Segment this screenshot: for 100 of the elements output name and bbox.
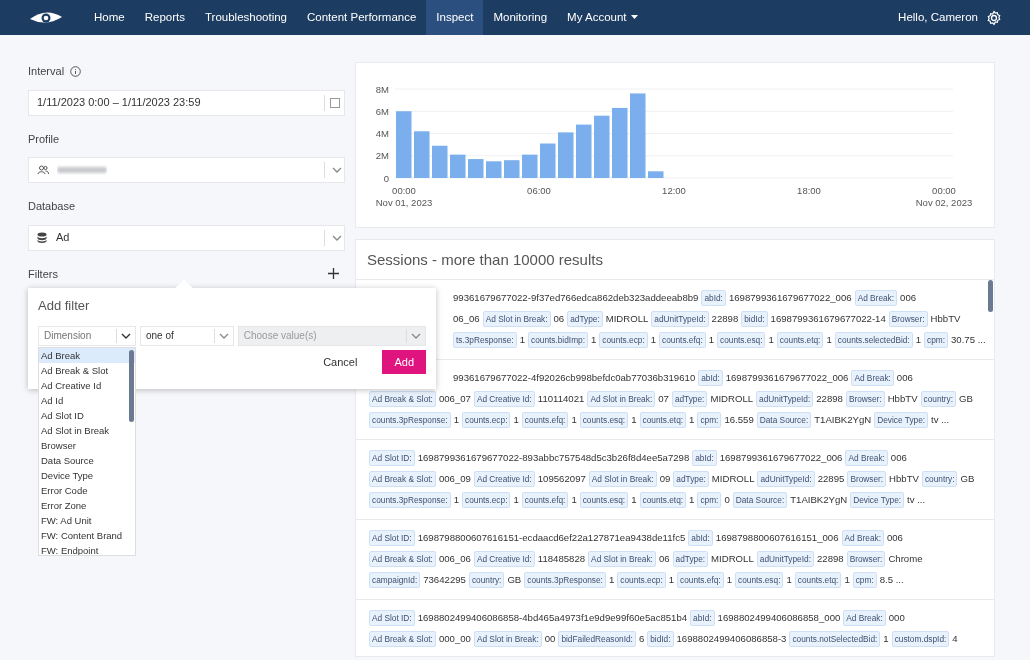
- field-value: GB: [507, 572, 522, 587]
- field-key: Device Type:: [850, 491, 905, 509]
- bar[interactable]: [540, 143, 556, 178]
- field-key: abId:: [692, 449, 717, 467]
- field-value: 30.75 ...: [951, 332, 986, 347]
- field-key: Ad Break:: [854, 289, 898, 307]
- field-value: T1AIBK2YgN: [790, 492, 848, 507]
- axis-label: 12:00: [662, 185, 686, 196]
- field-key: counts.esq:: [579, 411, 629, 429]
- people-icon: [37, 164, 49, 176]
- field-value: 4: [952, 631, 958, 646]
- info-icon[interactable]: [70, 65, 82, 77]
- axis-label: 18:00: [797, 185, 821, 196]
- nav-link[interactable]: Monitoring: [483, 0, 558, 35]
- bar[interactable]: [486, 161, 502, 178]
- settings-icon[interactable]: [986, 9, 1002, 26]
- field-value: 1698802499406086858-4bd465a4973f1e9d9e99f60e5ac851b4: [417, 610, 688, 625]
- bar[interactable]: [594, 115, 610, 178]
- field-key: country:: [468, 571, 505, 589]
- bar[interactable]: [504, 160, 520, 178]
- value-select: Choose value(s): [237, 325, 426, 346]
- bar[interactable]: [630, 93, 646, 178]
- bar[interactable]: [396, 111, 412, 178]
- field-key: counts.efq:: [659, 331, 706, 349]
- axis-label: 4M: [375, 128, 389, 139]
- bar[interactable]: [558, 132, 574, 178]
- field-value: 109562097: [537, 471, 586, 486]
- database-select[interactable]: Ad: [28, 224, 345, 251]
- field-key: counts.etq:: [776, 331, 824, 349]
- field-value: HbbTV: [887, 391, 918, 406]
- dropdown-option[interactable]: Error Code: [39, 483, 135, 498]
- field-key: cpm:: [924, 331, 949, 349]
- field-key: bidId:: [647, 630, 674, 648]
- field-value: 22895: [817, 471, 845, 486]
- profile-select[interactable]: [28, 157, 345, 183]
- field-value: 1: [708, 332, 715, 347]
- date-range-field[interactable]: 1/11/2023 0:00 – 1/11/2023 23:59: [28, 89, 345, 116]
- field-value: 006_07: [438, 391, 471, 406]
- dropdown-option[interactable]: Ad Id: [39, 393, 135, 408]
- field-value: 1698799361679677022_006: [728, 290, 852, 305]
- field-key: Browser:: [845, 390, 885, 408]
- dropdown-option[interactable]: FW: Content Brand: [39, 528, 135, 543]
- field-value: 06: [553, 311, 565, 326]
- field-key: Ad Slot ID:: [369, 449, 415, 467]
- add-button[interactable]: Add: [382, 349, 426, 374]
- calendar-icon[interactable]: [330, 97, 340, 108]
- field-value: 1: [571, 492, 577, 507]
- section-title: Sessions - more than 10000 results: [356, 240, 994, 280]
- axis-label: 0: [383, 172, 389, 184]
- field-value: 1: [453, 412, 459, 427]
- dropdown-option[interactable]: Ad Break: [39, 348, 135, 363]
- field-key: Ad Break & Slot:: [369, 390, 436, 408]
- dropdown-option[interactable]: Ad Slot ID: [39, 408, 135, 423]
- dropdown-option[interactable]: Ad Break & Slot: [39, 363, 135, 378]
- dropdown-option[interactable]: Error Zone: [39, 498, 135, 513]
- bar[interactable]: [648, 171, 664, 178]
- nav-link[interactable]: Home: [84, 0, 135, 35]
- cancel-button[interactable]: Cancel: [322, 352, 359, 371]
- bar[interactable]: [414, 131, 430, 178]
- field-key: adType:: [567, 310, 603, 328]
- bar[interactable]: [432, 145, 448, 178]
- dropdown-option[interactable]: Data Source: [39, 453, 135, 468]
- field-key: counts.ecp:: [617, 571, 666, 589]
- nav-link[interactable]: Inspect: [426, 0, 484, 35]
- dropdown-option[interactable]: Browser: [39, 438, 135, 453]
- field-value: 0: [724, 492, 730, 507]
- field-key: counts.esq:: [717, 331, 766, 349]
- field-key: Ad Slot ID:: [369, 609, 415, 627]
- dropdown-option[interactable]: FW: Ad Unit: [39, 513, 135, 528]
- nav-link[interactable]: My Account: [557, 0, 649, 35]
- field-value: 1: [915, 332, 922, 347]
- field-value: 1: [590, 332, 597, 347]
- bar[interactable]: [576, 124, 592, 178]
- field-key: counts.efq:: [521, 491, 569, 509]
- field-value: HbbTV: [889, 471, 919, 486]
- field-key: Ad Slot in Break:: [587, 390, 656, 408]
- dropdown-option[interactable]: Ad Creative Id: [39, 378, 135, 393]
- nav-link[interactable]: Content Performance: [297, 0, 427, 35]
- scrollbar-thumb[interactable]: [129, 350, 134, 422]
- field-value: 006_06: [438, 551, 471, 566]
- operator-select[interactable]: one of: [140, 325, 234, 346]
- bar[interactable]: [450, 154, 466, 178]
- scrollbar-thumb[interactable]: [988, 280, 993, 312]
- field-value: 22898: [711, 311, 739, 326]
- field-value: 1698798800607616151_006: [715, 530, 839, 545]
- bar[interactable]: [468, 159, 484, 178]
- field-value: 1: [668, 572, 675, 587]
- add-icon[interactable]: [328, 268, 339, 280]
- dropdown-option[interactable]: Device Type: [39, 468, 135, 483]
- dimension-select[interactable]: Dimension: [38, 325, 136, 346]
- bar[interactable]: [522, 154, 538, 178]
- date-label: Nov 02, 2023: [915, 197, 973, 208]
- bar[interactable]: [612, 107, 628, 178]
- field-value: 1: [571, 412, 577, 427]
- dropdown-option[interactable]: Ad Slot in Break: [39, 423, 135, 438]
- nav-link[interactable]: Reports: [134, 0, 195, 35]
- field-key: abId:: [690, 609, 715, 627]
- field-key: counts.esq:: [735, 571, 784, 589]
- nav-link[interactable]: Troubleshooting: [194, 0, 297, 35]
- axis-label: 00:00: [392, 185, 416, 196]
